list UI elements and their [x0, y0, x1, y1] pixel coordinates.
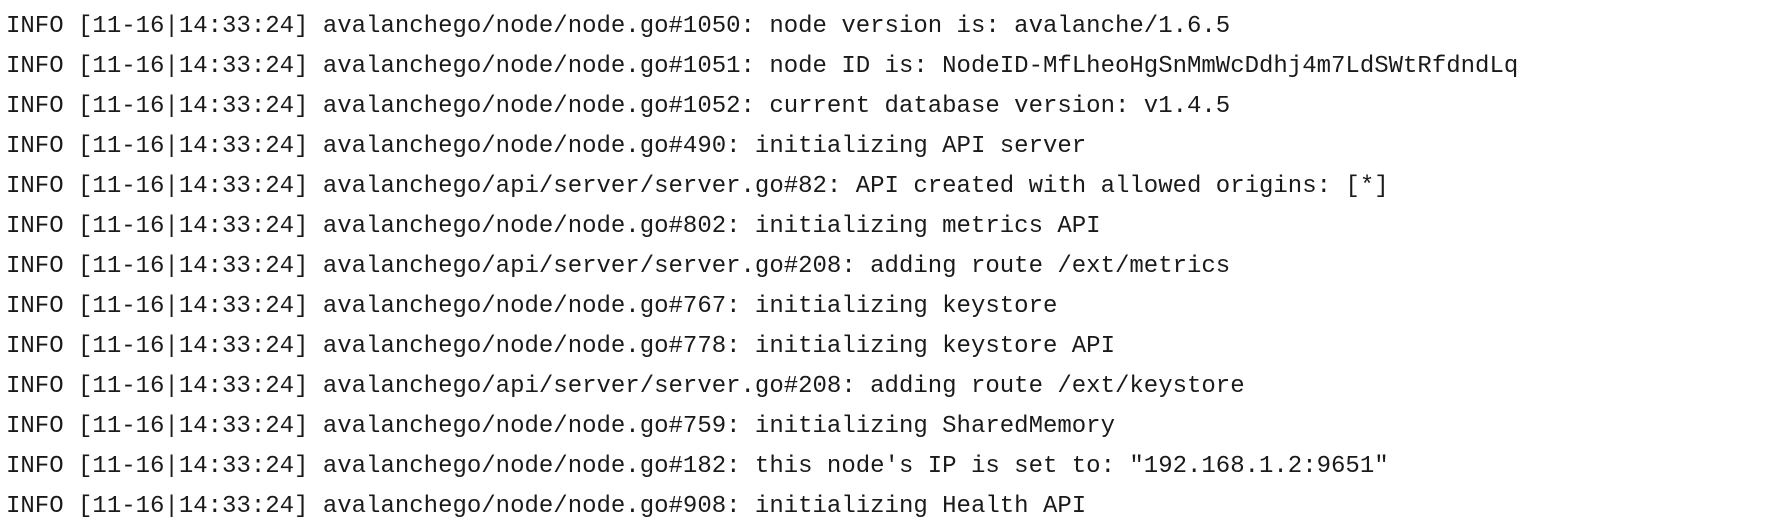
log-line: INFO [11-16|14:33:24] avalanchego/api/se…: [6, 373, 1245, 400]
log-line: INFO [11-16|14:33:24] avalanchego/api/se…: [6, 253, 1231, 280]
log-line: INFO [11-16|14:33:24] avalanchego/node/n…: [6, 293, 1058, 320]
log-line: INFO [11-16|14:33:24] avalanchego/node/n…: [6, 493, 1087, 520]
log-line: INFO [11-16|14:33:24] avalanchego/node/n…: [6, 333, 1115, 360]
log-line: INFO [11-16|14:33:24] avalanchego/node/n…: [6, 93, 1231, 120]
log-line: INFO [11-16|14:33:24] avalanchego/node/n…: [6, 133, 1087, 160]
log-line: INFO [11-16|14:33:24] avalanchego/node/n…: [6, 413, 1115, 440]
log-line: INFO [11-16|14:33:24] avalanchego/node/n…: [6, 53, 1519, 80]
log-line: INFO [11-16|14:33:24] avalanchego/node/n…: [6, 453, 1389, 480]
log-line: INFO [11-16|14:33:24] avalanchego/api/se…: [6, 173, 1389, 200]
log-line: INFO [11-16|14:33:24] avalanchego/node/n…: [6, 13, 1231, 40]
terminal-log-output: INFO [11-16|14:33:24] avalanchego/node/n…: [0, 0, 1786, 532]
log-line: INFO [11-16|14:33:24] avalanchego/node/n…: [6, 213, 1101, 240]
